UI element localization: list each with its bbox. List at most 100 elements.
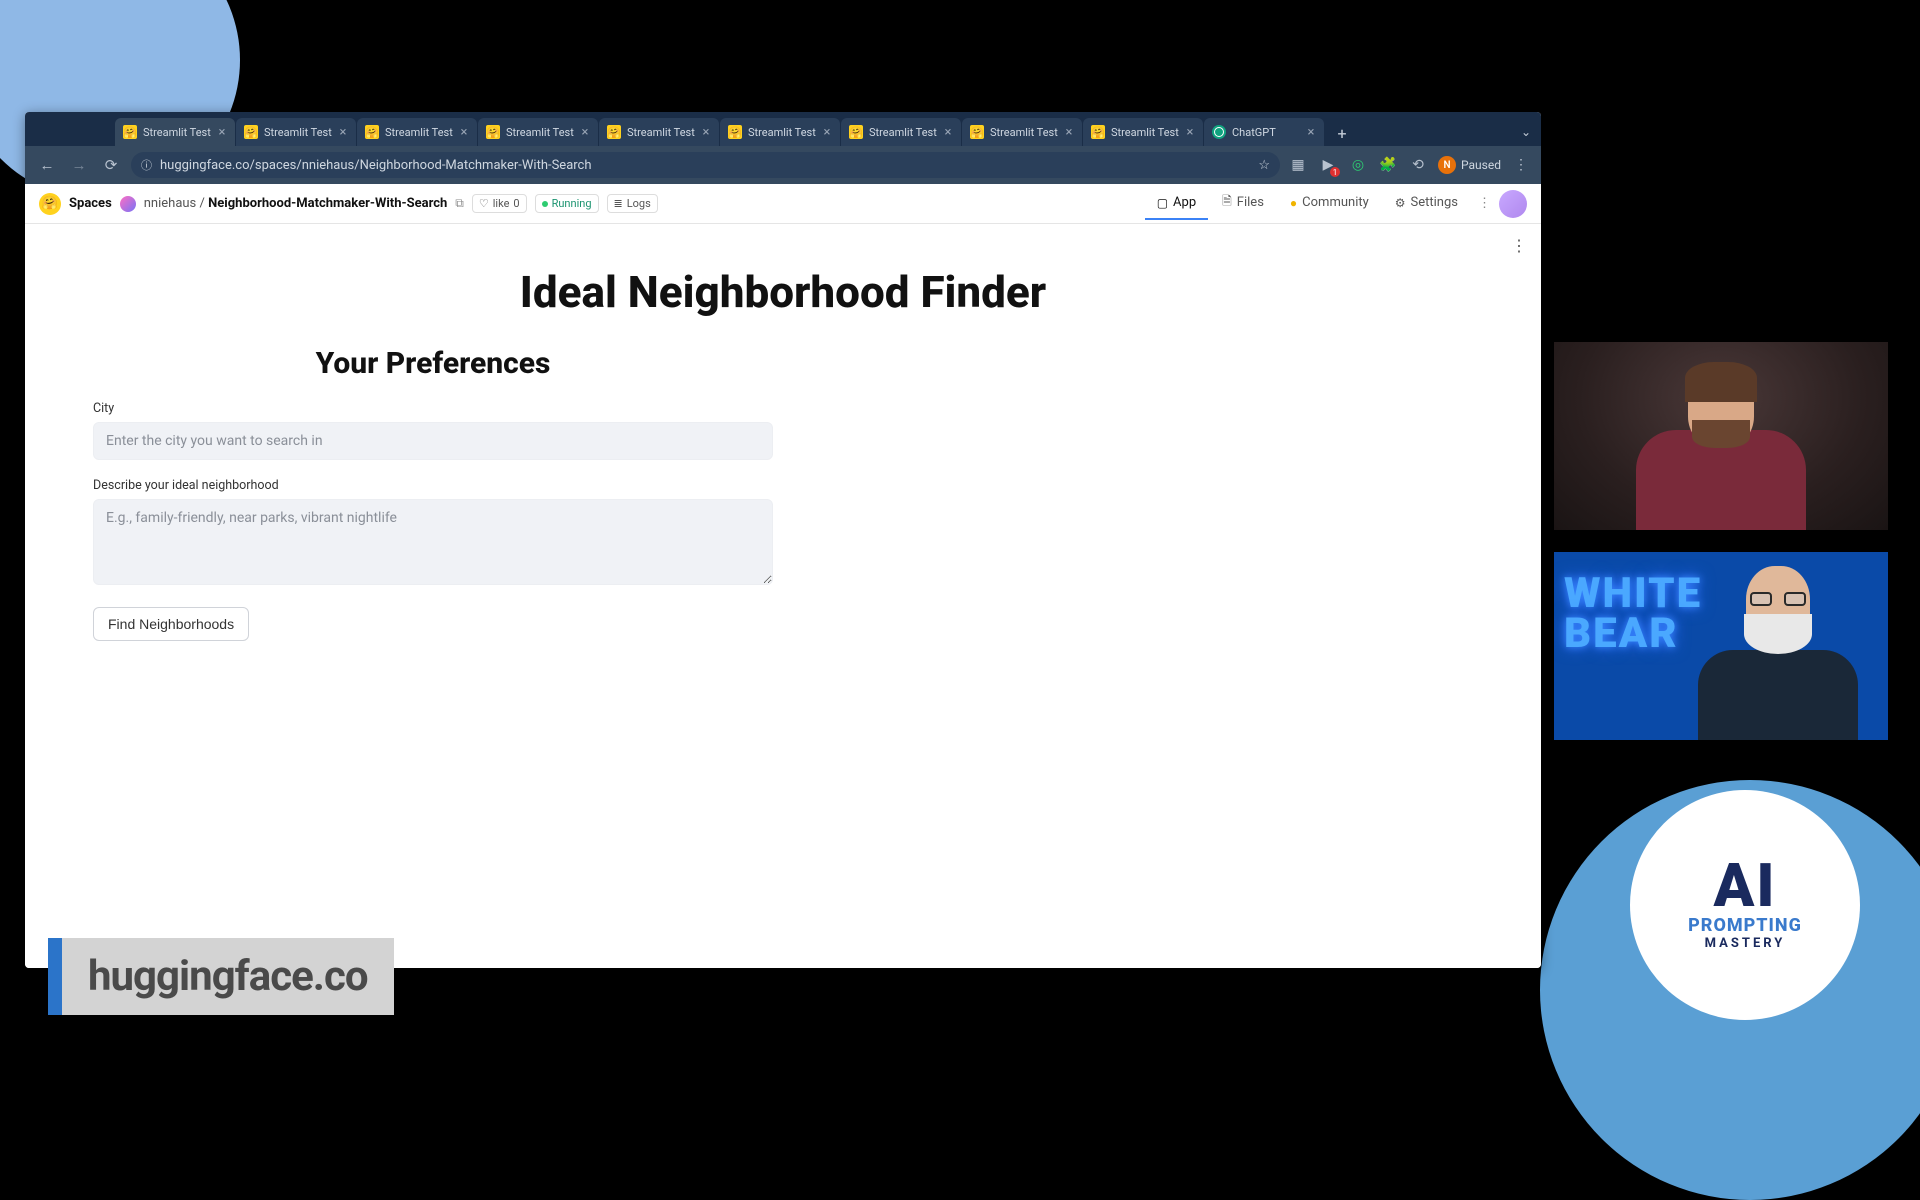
like-button[interactable]: ♡ like 0 [472, 194, 527, 213]
repo-name[interactable]: Neighborhood-Matchmaker-With-Search [208, 196, 447, 211]
brand-badge: AI PROMPTING MASTERY [1630, 790, 1860, 1020]
browser-tab[interactable]: 🤗 Streamlit Test × [599, 118, 719, 146]
extensions-icon[interactable]: 🧩 [1378, 155, 1398, 175]
heart-icon: ♡ [479, 197, 489, 210]
person-silhouette [1698, 560, 1858, 740]
tab-title: Streamlit Test [990, 126, 1058, 139]
profile-avatar: N [1438, 156, 1456, 174]
close-tab-icon[interactable]: × [941, 125, 955, 139]
close-tab-icon[interactable]: × [336, 125, 350, 139]
browser-tab[interactable]: 🤗 Streamlit Test × [1083, 118, 1203, 146]
more-menu-icon[interactable]: ⋮ [1472, 192, 1497, 215]
tab-settings[interactable]: ⚙ Settings [1383, 187, 1470, 220]
tab-title: Streamlit Test [869, 126, 937, 139]
close-tab-icon[interactable]: × [457, 125, 471, 139]
extension-icon[interactable]: ▶ [1318, 155, 1338, 175]
streamlit-menu-icon[interactable]: ⋮ [1511, 236, 1527, 255]
browser-menu-icon[interactable]: ⋮ [1511, 155, 1531, 175]
browser-tab[interactable]: 🤗 Streamlit Test × [115, 118, 235, 146]
relaunch-icon[interactable]: ⟲ [1408, 155, 1428, 175]
hf-section-label[interactable]: Spaces [69, 196, 112, 211]
address-bar[interactable]: ⓘ huggingface.co/spaces/nniehaus/Neighbo… [131, 152, 1280, 178]
url-text: huggingface.co/spaces/nniehaus/Neighborh… [160, 158, 592, 173]
close-tab-icon[interactable]: × [578, 125, 592, 139]
back-button[interactable]: ← [35, 153, 59, 177]
city-label: City [93, 401, 773, 416]
tab-title: ChatGPT [1232, 126, 1300, 139]
status-text: Running [552, 197, 592, 210]
reload-button[interactable]: ⟳ [99, 153, 123, 177]
close-tab-icon[interactable]: × [820, 125, 834, 139]
city-input[interactable] [93, 422, 773, 460]
bookmark-star-icon[interactable]: ☆ [1258, 158, 1270, 173]
find-neighborhoods-button[interactable]: Find Neighborhoods [93, 607, 249, 641]
banner-accent-bar [48, 938, 62, 1015]
breadcrumb[interactable]: nniehaus / Neighborhood-Matchmaker-With-… [144, 196, 448, 211]
webcam-frame: WHITE BEAR [1554, 552, 1888, 740]
hf-logo-icon[interactable]: 🤗 [39, 193, 61, 215]
hf-favicon-icon: 🤗 [849, 125, 863, 139]
tab-app[interactable]: ▢ App [1145, 187, 1208, 220]
webcam-overlay-1 [1554, 342, 1888, 530]
forward-button[interactable]: → [67, 153, 91, 177]
chatgpt-favicon-icon [1212, 125, 1226, 139]
browser-tab[interactable]: 🤗 Streamlit Test × [236, 118, 356, 146]
nav-label: Settings [1411, 195, 1458, 210]
extension-icon[interactable]: ▦ [1288, 155, 1308, 175]
badge-line-3: MASTERY [1705, 936, 1786, 951]
browser-tab[interactable]: 🤗 Streamlit Test × [478, 118, 598, 146]
files-icon: 🗎 [1222, 192, 1232, 213]
user-avatar[interactable] [1499, 190, 1527, 218]
close-tab-icon[interactable]: × [215, 125, 229, 139]
like-count: 0 [513, 197, 519, 210]
close-tab-icon[interactable]: × [1304, 125, 1318, 139]
hf-favicon-icon: 🤗 [607, 125, 621, 139]
browser-tab[interactable]: 🤗 Streamlit Test × [357, 118, 477, 146]
tab-title: Streamlit Test [1111, 126, 1179, 139]
tab-title: Streamlit Test [385, 126, 453, 139]
browser-toolbar: ← → ⟳ ⓘ huggingface.co/spaces/nniehaus/N… [25, 146, 1541, 184]
new-tab-button[interactable]: + [1329, 120, 1355, 146]
tab-community[interactable]: ● Community [1278, 187, 1381, 220]
browser-tab[interactable]: 🤗 Streamlit Test × [841, 118, 961, 146]
logs-icon: ≣ [614, 197, 623, 210]
tab-title: Streamlit Test [506, 126, 574, 139]
person-silhouette [1636, 360, 1806, 530]
browser-tab[interactable]: 🤗 Streamlit Test × [962, 118, 1082, 146]
site-info-icon[interactable]: ⓘ [141, 157, 152, 173]
banner-text: huggingface.co [62, 938, 394, 1015]
app-icon: ▢ [1157, 196, 1168, 210]
toolbar-right: ▦ ▶ ◎ 🧩 ⟲ N Paused ⋮ [1288, 155, 1531, 175]
hf-nav: ▢ App 🗎 Files ● Community ⚙ Settings ⋮ [1145, 184, 1527, 223]
gear-icon: ⚙ [1395, 196, 1406, 210]
hf-space-header: 🤗 Spaces nniehaus / Neighborhood-Matchma… [25, 184, 1541, 224]
hf-favicon-icon: 🤗 [1091, 125, 1105, 139]
description-label: Describe your ideal neighborhood [93, 478, 773, 493]
page-title: Ideal Neighborhood Finder [93, 266, 1473, 318]
browser-tab[interactable]: ChatGPT × [1204, 118, 1324, 146]
tab-title: Streamlit Test [143, 126, 211, 139]
close-tab-icon[interactable]: × [1062, 125, 1076, 139]
logs-button[interactable]: ≣ Logs [607, 194, 658, 213]
hf-favicon-icon: 🤗 [728, 125, 742, 139]
copy-icon[interactable]: ⧉ [455, 196, 464, 211]
background-neon-sign: WHITE BEAR [1564, 574, 1702, 654]
tab-files[interactable]: 🗎 Files [1210, 184, 1276, 223]
tab-title: Streamlit Test [264, 126, 332, 139]
owner-name[interactable]: nniehaus [144, 196, 197, 211]
nav-label: Files [1237, 195, 1264, 210]
close-tab-icon[interactable]: × [699, 125, 713, 139]
nav-label: App [1173, 195, 1196, 210]
close-tab-icon[interactable]: × [1183, 125, 1197, 139]
tab-title: Streamlit Test [627, 126, 695, 139]
description-input[interactable] [93, 499, 773, 585]
browser-tab[interactable]: 🤗 Streamlit Test × [720, 118, 840, 146]
preferences-column: Your Preferences City Describe your idea… [93, 346, 773, 641]
tabs-dropdown-icon[interactable]: ⌄ [1511, 118, 1541, 146]
hf-favicon-icon: 🤗 [123, 125, 137, 139]
profile-chip[interactable]: N Paused [1438, 156, 1501, 174]
nav-label: Community [1302, 195, 1369, 210]
section-heading: Your Preferences [93, 346, 773, 381]
description-field: Describe your ideal neighborhood [93, 478, 773, 589]
extension-icon[interactable]: ◎ [1348, 155, 1368, 175]
